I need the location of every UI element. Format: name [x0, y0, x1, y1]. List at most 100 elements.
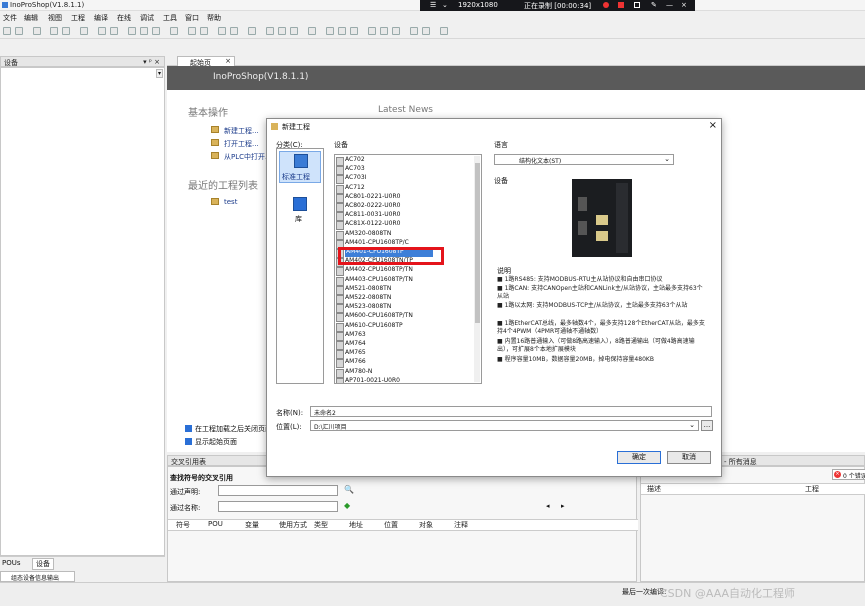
coil-icon[interactable] [350, 27, 358, 35]
box-icon[interactable] [368, 27, 376, 35]
search-icon[interactable]: 🔍 [344, 485, 354, 494]
next-icon[interactable]: ▸ [561, 502, 565, 510]
device-list-item[interactable]: AM764 [336, 340, 366, 350]
device-list-item[interactable]: AM610-CPU1608TP [336, 322, 403, 332]
new-icon[interactable] [3, 27, 11, 35]
run-icon[interactable] [218, 27, 226, 35]
tab-devices[interactable]: 设备 [32, 558, 54, 570]
device-list-item[interactable]: AC712 [336, 184, 365, 194]
chevron-down-icon[interactable]: ⌄ [442, 1, 448, 9]
menu-project[interactable]: 工程 [71, 13, 85, 23]
device-list-item[interactable]: AM780-N [335, 368, 372, 378]
category-library[interactable]: 库 [279, 195, 321, 225]
project-name-input[interactable]: 未命名2 [310, 406, 712, 417]
col-variable[interactable]: 变量 [245, 520, 259, 530]
camera-icon[interactable] [634, 2, 640, 8]
prev-icon[interactable]: ◂ [546, 502, 550, 510]
menu-help[interactable]: 帮助 [207, 13, 221, 23]
device-tree[interactable]: ▾ [0, 67, 165, 556]
step-over-icon[interactable] [278, 27, 286, 35]
menu-edit[interactable]: 编辑 [24, 13, 38, 23]
device-list-item[interactable]: AM522-0808TN [335, 294, 391, 304]
error-filter[interactable]: × 0 个错误 [832, 469, 865, 480]
close-after-load-checkbox[interactable] [185, 425, 192, 432]
device-list-item[interactable]: AC801-0221-U0R0 [335, 193, 400, 203]
menu-online[interactable]: 在线 [117, 13, 131, 23]
folder-icon[interactable] [62, 27, 70, 35]
language-select[interactable]: 结构化文本(ST) ⌄ [494, 154, 674, 165]
close-icon[interactable]: × [681, 1, 687, 9]
watch-icon[interactable] [308, 27, 316, 35]
menu-window[interactable]: 窗口 [185, 13, 199, 23]
tab-device-output[interactable]: 组态设备信息输出 [0, 571, 75, 582]
parallel-icon[interactable] [422, 27, 430, 35]
device-list-item[interactable]: AM523-0808TN [335, 303, 391, 314]
tab-pous[interactable]: POUs [2, 559, 21, 567]
device-list-item[interactable]: AM403-CPU1608TP/TN [336, 276, 413, 286]
project-location-input[interactable]: D:\汇川项目 ⌄ [310, 420, 699, 431]
return-icon[interactable] [392, 27, 400, 35]
device-list-item[interactable]: AM763 [336, 331, 366, 341]
category-standard-project[interactable]: 标准工程 [279, 151, 321, 183]
stop-icon[interactable] [618, 2, 624, 8]
open-project-link[interactable]: 打开工程... [224, 139, 259, 149]
col-type[interactable]: 类型 [314, 520, 328, 530]
show-start-page-checkbox[interactable] [185, 438, 192, 445]
panel-pin-icon[interactable]: ▾ ᵖ × [143, 58, 160, 66]
cancel-button[interactable]: 取消 [667, 451, 711, 464]
new-project-link[interactable]: 新建工程... [224, 126, 259, 136]
menu-view[interactable]: 视图 [48, 13, 62, 23]
logout-icon[interactable] [200, 27, 208, 35]
network-icon[interactable] [440, 27, 448, 35]
login-icon[interactable] [188, 27, 196, 35]
browse-button[interactable]: ... [701, 420, 713, 431]
pen-icon[interactable]: ✎ [651, 1, 657, 9]
build-icon[interactable] [170, 27, 178, 35]
save-all-icon[interactable] [50, 27, 58, 35]
open-from-plc-link[interactable]: 从PLC中打开... [224, 152, 272, 162]
undo-icon[interactable] [98, 27, 106, 35]
device-list-item[interactable]: AM521-0808TN [335, 285, 391, 295]
col-comment[interactable]: 注释 [454, 520, 468, 530]
device-list-item[interactable]: AM600-CPU1608TP/TN [336, 312, 413, 323]
go-icon[interactable]: ◆ [344, 501, 350, 510]
col-project[interactable]: 工程 [805, 484, 819, 494]
copy-icon[interactable] [140, 27, 148, 35]
col-symbol[interactable]: 符号 [176, 520, 190, 530]
recent-project-link[interactable]: test [224, 198, 237, 206]
device-list[interactable]: AC702 AC703 AC703I AC712 AC801-0221-U0R0 AC80… [334, 154, 482, 384]
col-object[interactable]: 对象 [419, 520, 433, 530]
record-icon[interactable] [603, 2, 609, 8]
col-location[interactable]: 位置 [384, 520, 398, 530]
redo-icon[interactable] [110, 27, 118, 35]
stop-run-icon[interactable] [230, 27, 238, 35]
breakpoint-icon[interactable] [266, 27, 274, 35]
col-address[interactable]: 地址 [349, 520, 363, 530]
category-list[interactable]: 标准工程 库 [276, 148, 324, 384]
ladder-icon[interactable] [326, 27, 334, 35]
branch-icon[interactable] [410, 27, 418, 35]
dialog-close-icon[interactable]: × [709, 120, 717, 131]
declaration-input[interactable] [218, 485, 338, 496]
device-list-item[interactable]: AC703 [336, 165, 365, 176]
menu-tools[interactable]: 工具 [163, 13, 177, 23]
device-list-item[interactable]: AM765 [336, 349, 366, 360]
menu-debug[interactable]: 调试 [140, 13, 154, 23]
device-list-item[interactable]: AM766 [336, 358, 366, 369]
tab-start-page[interactable]: 起始页 × [177, 56, 235, 67]
step-into-icon[interactable] [290, 27, 298, 35]
location-dropdown-icon[interactable]: ⌄ [689, 421, 695, 429]
col-usage[interactable]: 使用方式 [279, 520, 307, 530]
reset-icon[interactable] [248, 27, 256, 35]
menu-build[interactable]: 编译 [94, 13, 108, 23]
device-list-item[interactable]: AC81X-0122-U0R0 [335, 220, 400, 231]
device-list-item[interactable]: AM320-0808TN [335, 230, 391, 240]
cut-icon[interactable] [128, 27, 136, 35]
menu-icon[interactable]: ☰ [430, 1, 436, 9]
device-list-item[interactable]: AP701-0021-U0R0 [336, 377, 400, 383]
name-combo[interactable] [218, 501, 338, 512]
start-tab-close-icon[interactable]: × [225, 57, 231, 65]
device-list-item[interactable]: AC703I [335, 174, 366, 185]
col-description[interactable]: 描述 [647, 484, 661, 494]
device-list-item[interactable]: AC802-0222-U0R0 [335, 202, 400, 212]
